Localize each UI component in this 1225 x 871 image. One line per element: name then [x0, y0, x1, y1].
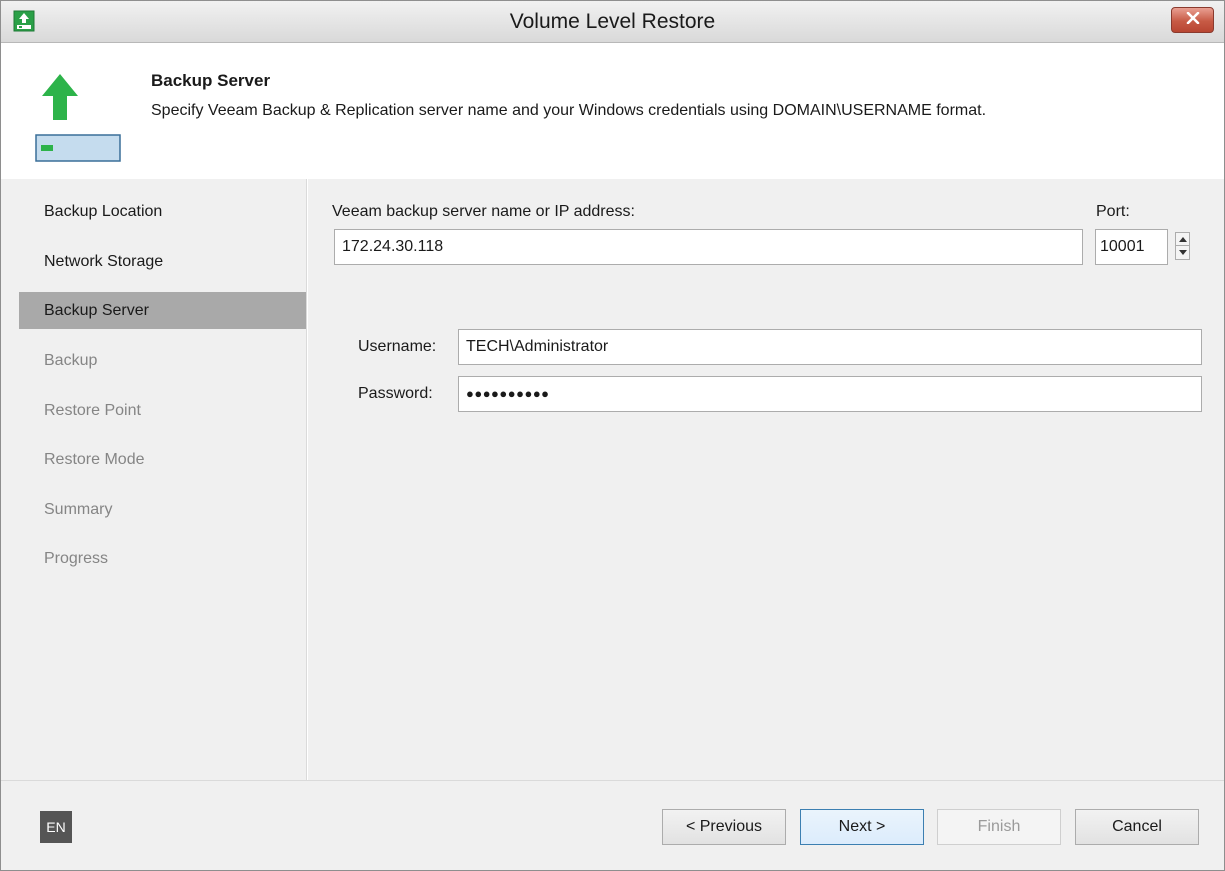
step-summary: Summary — [44, 501, 113, 518]
wizard-steps: Backup Location Network Storage Backup S… — [1, 179, 307, 780]
step-backup-server[interactable]: Backup Server — [19, 292, 306, 329]
spin-up-icon[interactable] — [1176, 233, 1189, 246]
spin-down-icon[interactable] — [1176, 246, 1189, 259]
header-title: Backup Server — [151, 71, 271, 90]
password-label: Password: — [358, 385, 433, 402]
previous-button[interactable]: < Previous — [662, 809, 786, 845]
password-input[interactable]: ●●●●●●●●●● — [458, 376, 1202, 412]
wizard-header: Backup Server Specify Veeam Backup & Rep… — [1, 44, 1224, 179]
port-label: Port: — [1096, 203, 1130, 220]
wizard-window: Volume Level Restore Backup Server Speci… — [0, 0, 1225, 871]
username-label: Username: — [358, 338, 437, 355]
step-progress: Progress — [44, 550, 109, 567]
wizard-content: Veeam backup server name or IP address: … — [308, 179, 1224, 780]
title-bar[interactable]: Volume Level Restore — [1, 1, 1224, 43]
window-title: Volume Level Restore — [509, 10, 716, 33]
cancel-button[interactable]: Cancel — [1075, 809, 1199, 845]
port-input[interactable]: 10001 — [1095, 229, 1168, 265]
step-restore-point: Restore Point — [44, 402, 141, 419]
username-input[interactable]: TECH\Administrator — [458, 329, 1202, 365]
port-stepper[interactable] — [1175, 232, 1190, 260]
language-indicator[interactable]: EN — [40, 811, 72, 843]
upload-arrow-drive-icon — [31, 72, 123, 164]
wizard-footer: EN < Previous Next > Finish Cancel — [1, 780, 1224, 870]
step-network-storage[interactable]: Network Storage — [19, 243, 306, 280]
step-backup-location[interactable]: Backup Location — [19, 193, 306, 230]
finish-button: Finish — [937, 809, 1061, 845]
server-name-input[interactable]: 172.24.30.118 — [334, 229, 1083, 265]
server-name-label: Veeam backup server name or IP address: — [332, 203, 635, 220]
close-icon — [1186, 11, 1200, 29]
close-button[interactable] — [1171, 7, 1214, 33]
header-description: Specify Veeam Backup & Replication serve… — [151, 102, 987, 119]
step-backup: Backup — [44, 352, 98, 369]
step-restore-mode: Restore Mode — [44, 451, 145, 468]
next-button[interactable]: Next > — [800, 809, 924, 845]
